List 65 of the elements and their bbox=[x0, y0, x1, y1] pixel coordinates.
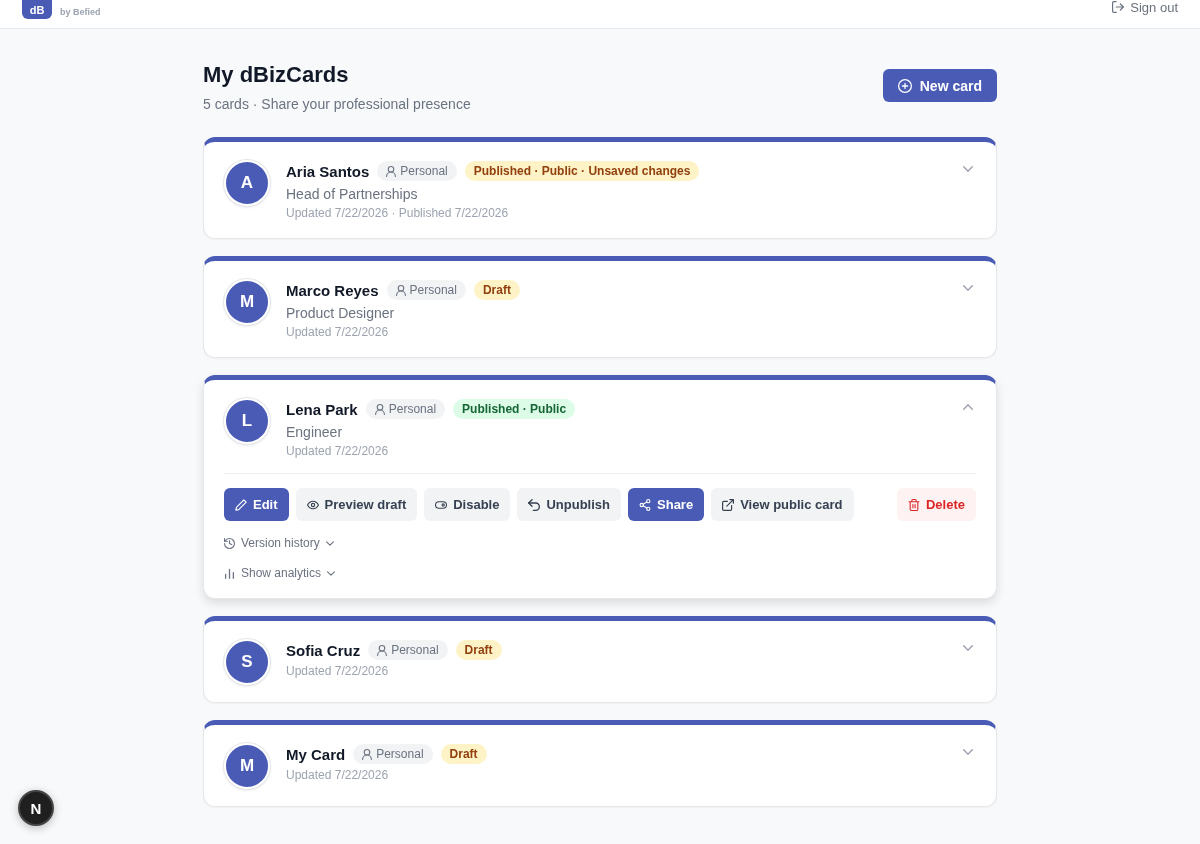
toggle-icon bbox=[435, 498, 448, 511]
app-logo: dB bbox=[22, 0, 52, 19]
external-link-icon bbox=[722, 498, 735, 511]
card-dates: Updated 7/22/2026 bbox=[286, 324, 390, 340]
card-type-label: Personal bbox=[376, 747, 424, 761]
card-name: Marco Reyes bbox=[286, 281, 379, 299]
section-toggle[interactable]: Version history bbox=[224, 535, 334, 551]
chevron-down-icon[interactable] bbox=[963, 285, 973, 291]
plus-circle-icon bbox=[897, 78, 912, 93]
avatar: S bbox=[224, 639, 270, 685]
person-icon bbox=[374, 403, 385, 415]
section-toggle[interactable]: Show analytics bbox=[224, 565, 336, 581]
chevron-down-icon[interactable] bbox=[963, 749, 973, 755]
sign-out-button[interactable]: Sign out bbox=[1112, 0, 1178, 14]
action-button[interactable]: Unpublish bbox=[517, 488, 621, 521]
status-tag: Draft bbox=[440, 744, 487, 764]
avatar: M bbox=[224, 743, 270, 789]
undo-arrow-icon bbox=[528, 498, 541, 511]
card-type-label: Personal bbox=[391, 643, 439, 657]
card-dates: Updated 7/22/2026 bbox=[286, 767, 390, 783]
avatar: L bbox=[224, 398, 270, 444]
person-icon bbox=[362, 748, 373, 760]
card-dates: Updated 7/22/2026 bbox=[286, 443, 390, 459]
card-role: Product Designer bbox=[286, 304, 396, 322]
card-name: Aria Santos bbox=[286, 162, 370, 180]
page-title: My dBizCards bbox=[203, 62, 350, 88]
delete-button[interactable]: Delete bbox=[896, 488, 976, 521]
action-button[interactable]: Preview draft bbox=[295, 488, 418, 521]
avatar: M bbox=[224, 279, 270, 325]
history-icon bbox=[224, 537, 235, 549]
card-name: Sofia Cruz bbox=[286, 641, 361, 659]
action-button[interactable]: View public card bbox=[711, 488, 854, 521]
card-name: My Card bbox=[286, 745, 346, 763]
card-type-label: Personal bbox=[400, 164, 448, 178]
eye-icon bbox=[306, 498, 319, 511]
action-button[interactable]: Edit bbox=[224, 488, 289, 521]
card-name: Lena Park bbox=[286, 400, 358, 418]
card-dates: Updated 7/22/2026 · Published 7/22/2026 bbox=[286, 205, 510, 221]
new-card-button[interactable]: New card bbox=[882, 69, 997, 102]
app-tagline: by Befied bbox=[60, 7, 101, 17]
status-tag: Draft bbox=[455, 640, 502, 660]
trash-icon bbox=[907, 498, 920, 511]
dev-tools-button[interactable]: N bbox=[18, 790, 54, 826]
status-tag: Draft bbox=[473, 280, 520, 300]
card-dates: Updated 7/22/2026 bbox=[286, 663, 390, 679]
person-icon bbox=[386, 165, 397, 177]
action-button[interactable]: Share bbox=[628, 488, 705, 521]
card-type-label: Personal bbox=[409, 283, 457, 297]
person-icon bbox=[377, 644, 388, 656]
share-icon bbox=[639, 498, 651, 511]
person-icon bbox=[395, 284, 406, 296]
status-tag: Published · Public bbox=[453, 399, 576, 419]
chevron-down-icon[interactable] bbox=[963, 645, 973, 651]
avatar: A bbox=[224, 160, 270, 206]
pencil-icon bbox=[235, 498, 247, 511]
status-tag: Published · Public · Unsaved changes bbox=[464, 161, 700, 181]
card-role: Engineer bbox=[286, 423, 344, 441]
page-subtitle: 5 cards · Share your professional presence bbox=[203, 96, 471, 112]
chevron-up-icon[interactable] bbox=[963, 404, 973, 410]
card-type-label: Personal bbox=[388, 402, 437, 416]
action-button[interactable]: Disable bbox=[424, 488, 511, 521]
sign-out-icon bbox=[1112, 1, 1125, 13]
card-role: Head of Partnerships bbox=[286, 185, 419, 203]
chevron-down-icon[interactable] bbox=[963, 166, 973, 172]
bar-chart-icon bbox=[224, 567, 235, 579]
